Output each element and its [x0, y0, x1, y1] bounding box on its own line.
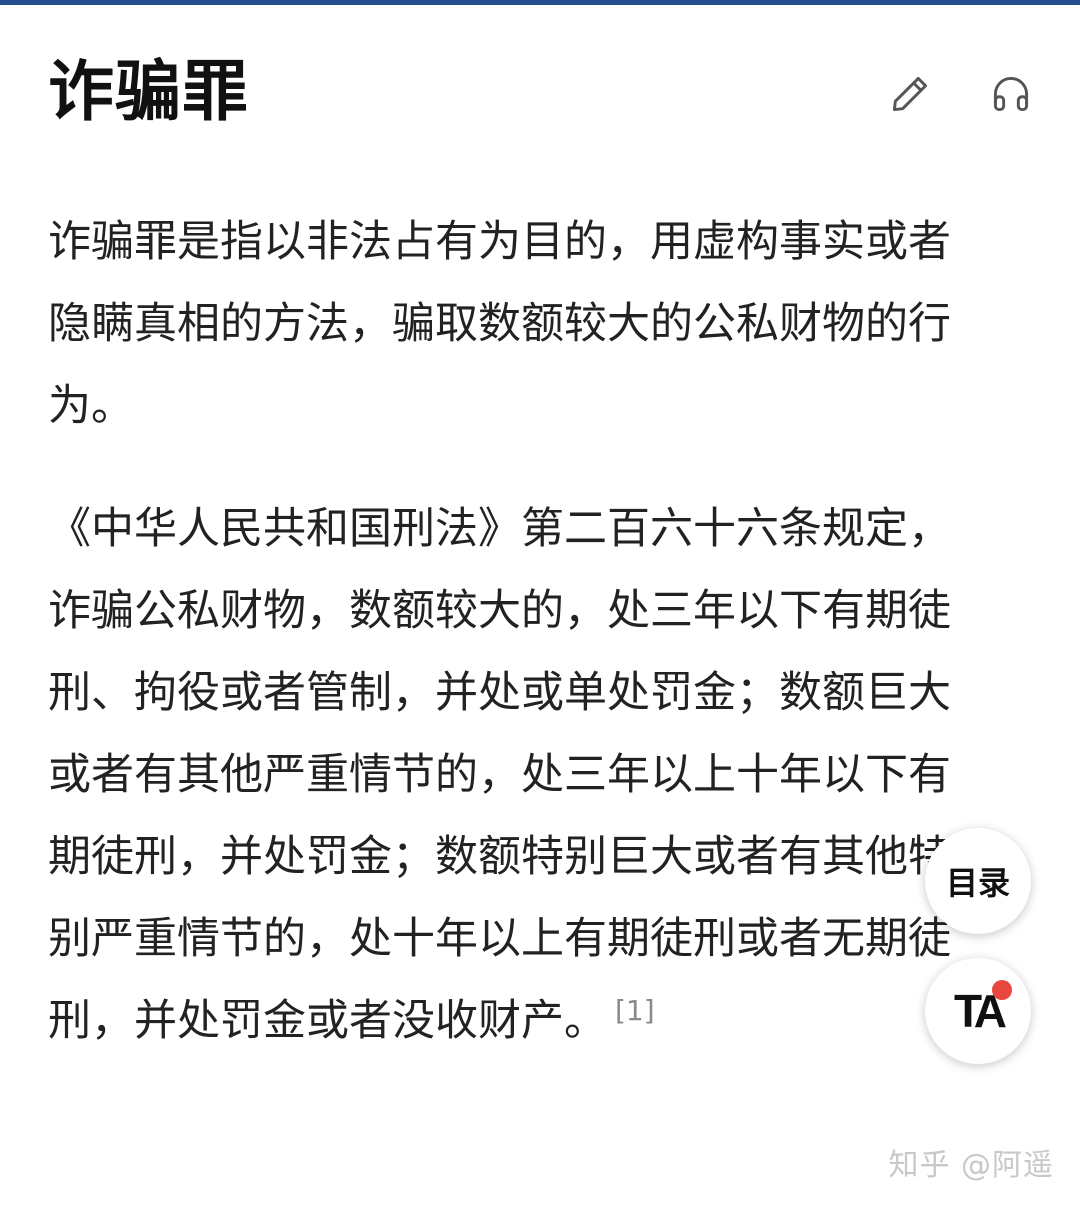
listen-button[interactable]: [985, 68, 1037, 120]
edit-button[interactable]: [884, 68, 936, 120]
citation-link[interactable]: [1]: [615, 994, 655, 1027]
law-paragraph: 《中华人民共和国刑法》第二百六十六条规定，诈骗公私财物，数额较大的，处三年以下有…: [48, 488, 993, 1062]
definition-paragraph: 诈骗罪是指以非法占有为目的，用虚构事实或者隐瞒真相的方法，骗取数额较大的公私财物…: [48, 201, 993, 447]
definition-text: 诈骗罪是指以非法占有为目的，用虚构事实或者隐瞒真相的方法，骗取数额较大的公私财物…: [48, 217, 951, 431]
pencil-icon: [892, 76, 928, 112]
headphones-icon: [993, 77, 1029, 112]
toc-label: 目录: [945, 864, 1010, 902]
law-text: 《中华人民共和国刑法》第二百六十六条规定，诈骗公私财物，数额较大的，处三年以下有…: [48, 504, 951, 1046]
table-of-contents-button[interactable]: 目录: [925, 828, 1031, 934]
top-accent-bar: [0, 0, 1080, 5]
page-title: 诈骗罪: [48, 53, 249, 130]
ta-button[interactable]: TA: [925, 958, 1031, 1064]
watermark: 知乎 @阿遥: [888, 1148, 1054, 1183]
notification-dot: [992, 980, 1012, 1000]
